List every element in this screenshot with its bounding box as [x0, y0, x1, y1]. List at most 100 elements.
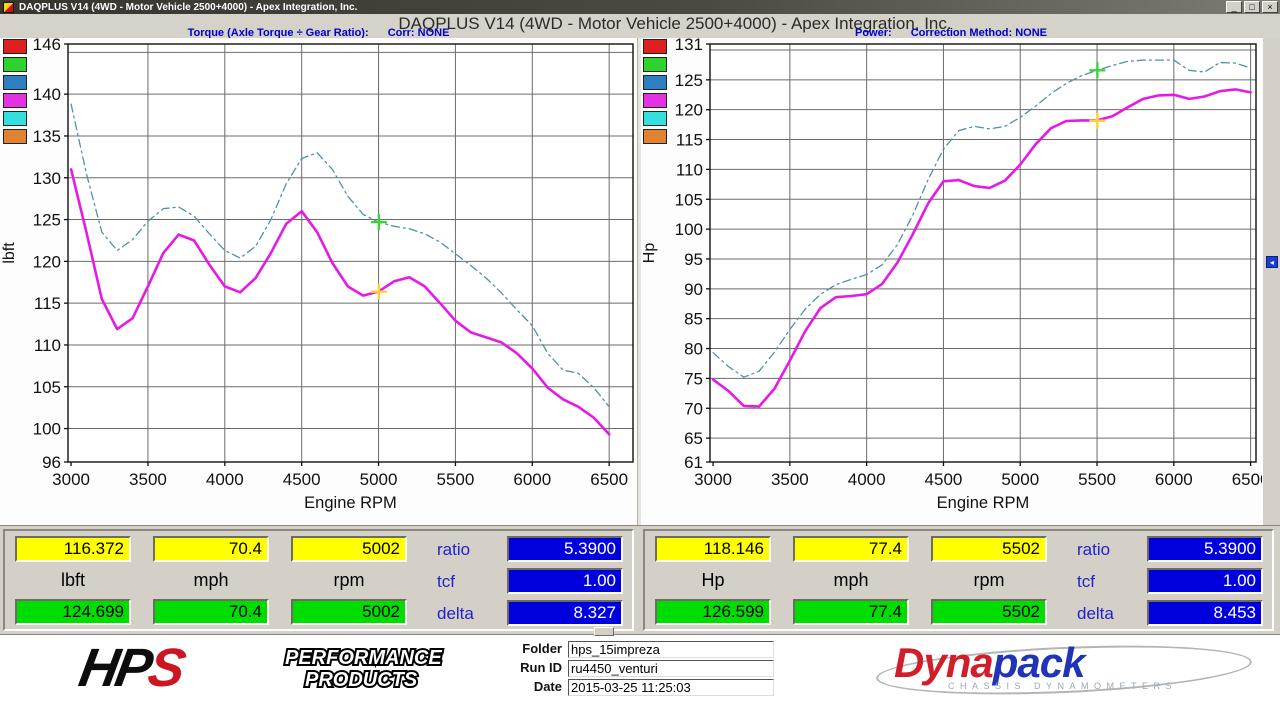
torque-reference-value: 124.699 — [15, 599, 131, 625]
x-tick-label: 6000 — [1155, 470, 1193, 489]
y-tick-label: 65 — [684, 429, 703, 448]
legend-swatch-blue[interactable] — [3, 75, 27, 90]
dynapack-logo: Dynapack CHASSIS DYNAMOMETERS — [872, 639, 1267, 697]
legend-swatch-cyan[interactable] — [3, 111, 27, 126]
x-tick-label: 6500 — [1232, 470, 1262, 489]
splitter-grip[interactable] — [594, 627, 614, 636]
tcf-label: tcf — [437, 572, 503, 592]
y-tick-label: 80 — [684, 340, 703, 359]
y-tick-label: 131 — [675, 38, 703, 54]
footer: HPS PERFORMANCE PRODUCTS Folder Run ID D… — [0, 634, 1280, 702]
power-reference-value: 126.599 — [655, 599, 771, 625]
rpm-cursor-value: 5002 — [291, 536, 407, 562]
y-tick-label: 90 — [684, 280, 703, 299]
unit-label-hp: Hp — [655, 569, 771, 591]
x-axis-title: Engine RPM — [937, 494, 1030, 512]
folder-field[interactable] — [568, 641, 774, 658]
rpm-cursor-value: 5502 — [931, 536, 1047, 562]
legend-swatch-red[interactable] — [643, 39, 667, 54]
y-axis-title: Hp — [641, 243, 658, 264]
y-tick-label: 146 — [33, 38, 61, 54]
x-tick-label: 3500 — [129, 470, 167, 489]
legend-swatch-green[interactable] — [3, 57, 27, 72]
y-tick-label: 130 — [33, 169, 61, 188]
delta-label: delta — [437, 604, 503, 624]
legend-swatch-cyan[interactable] — [643, 111, 667, 126]
y-axis-title: lbft — [1, 242, 18, 264]
torque-cursor-value: 116.372 — [15, 536, 131, 562]
power-chart-panel: 1311251201151101051009590858075706561300… — [640, 38, 1262, 525]
ratio-label: ratio — [1077, 540, 1143, 560]
y-tick-label: 110 — [676, 160, 703, 179]
y-tick-label: 115 — [676, 131, 703, 150]
unit-label-rpm: rpm — [291, 569, 407, 591]
minimize-button[interactable]: _ — [1226, 1, 1242, 13]
y-tick-label: 140 — [33, 85, 61, 104]
x-tick-label: 4500 — [283, 470, 321, 489]
y-tick-label: 120 — [675, 101, 703, 120]
hps-logo-text: HPS — [76, 643, 187, 693]
ratio-value: 5.3900 — [507, 536, 623, 562]
legend-swatch-magenta[interactable] — [3, 93, 27, 108]
delta-value: 8.453 — [1147, 600, 1263, 626]
unit-label-rpm: rpm — [931, 569, 1047, 591]
legend-swatch-blue[interactable] — [643, 75, 667, 90]
hps-tagline: PERFORMANCE PRODUCTS — [285, 647, 442, 691]
speed-reference-value: 77.4 — [793, 599, 909, 625]
title-bar: DAQPLUS V14 (4WD - Motor Vehicle 2500+40… — [0, 0, 1280, 14]
tcf-label: tcf — [1077, 572, 1143, 592]
power-readout-panel: 118.146 77.4 5502 Hp mph rpm 126.599 77.… — [643, 529, 1274, 631]
torque-chart: 1461401351301251201151101051009630003500… — [0, 38, 637, 525]
legend-swatch-orange[interactable] — [643, 129, 667, 144]
restore-button[interactable]: □ — [1244, 1, 1260, 13]
unit-label-mph: mph — [153, 569, 269, 591]
ratio-label: ratio — [437, 540, 503, 560]
legend-swatch-orange[interactable] — [3, 129, 27, 144]
close-button[interactable]: × — [1262, 1, 1278, 13]
torque-readout-panel: 116.372 70.4 5002 lbft mph rpm 124.699 7… — [3, 529, 634, 631]
y-tick-label: 70 — [684, 399, 703, 418]
tcf-value: 1.00 — [1147, 568, 1263, 594]
delta-label: delta — [1077, 604, 1143, 624]
y-tick-label: 100 — [33, 420, 61, 439]
legend-swatch-red[interactable] — [3, 39, 27, 54]
header: DAQPLUS V14 (4WD - Motor Vehicle 2500+40… — [0, 14, 1280, 38]
charts-region: 1461401351301251201151101051009630003500… — [0, 38, 1280, 525]
plot-area[interactable] — [68, 44, 633, 462]
x-tick-label: 3000 — [52, 470, 90, 489]
app-icon — [3, 2, 14, 13]
speed-cursor-value: 77.4 — [793, 536, 909, 562]
y-tick-label: 115 — [34, 294, 61, 313]
date-field[interactable] — [568, 679, 774, 696]
readouts-region: 116.372 70.4 5002 lbft mph rpm 124.699 7… — [0, 525, 1280, 635]
x-tick-label: 5500 — [437, 470, 475, 489]
x-tick-label: 5000 — [360, 470, 398, 489]
channel-legend — [3, 39, 27, 147]
x-tick-label: 6500 — [590, 470, 628, 489]
y-tick-label: 125 — [33, 211, 61, 230]
window-title: DAQPLUS V14 (4WD - Motor Vehicle 2500+40… — [19, 1, 357, 14]
y-tick-label: 75 — [684, 369, 703, 388]
legend-swatch-green[interactable] — [643, 57, 667, 72]
power-cursor-value: 118.146 — [655, 536, 771, 562]
dock-arrow-button[interactable]: ◂ — [1266, 256, 1278, 268]
tcf-value: 1.00 — [507, 568, 623, 594]
y-tick-label: 105 — [33, 378, 61, 397]
unit-label-mph: mph — [793, 569, 909, 591]
y-tick-label: 120 — [33, 252, 61, 271]
y-tick-label: 95 — [684, 250, 703, 269]
x-tick-label: 6000 — [513, 470, 551, 489]
x-tick-label: 4500 — [925, 470, 963, 489]
folder-label: Folder — [500, 641, 562, 657]
channel-legend — [643, 39, 667, 147]
dynapack-tagline: CHASSIS DYNAMOMETERS — [948, 681, 1177, 691]
hps-logo: HPS PERFORMANCE PRODUCTS — [80, 643, 182, 697]
speed-cursor-value: 70.4 — [153, 536, 269, 562]
power-chart-subtitle: Power: Correction Method: NONE — [640, 27, 1262, 38]
application-window: DAQPLUS V14 (4WD - Motor Vehicle 2500+40… — [0, 0, 1280, 702]
run-id-field[interactable] — [568, 660, 774, 677]
x-axis-title: Engine RPM — [304, 494, 397, 512]
x-tick-label: 4000 — [848, 470, 886, 489]
legend-swatch-magenta[interactable] — [643, 93, 667, 108]
run-id-label: Run ID — [500, 660, 562, 676]
